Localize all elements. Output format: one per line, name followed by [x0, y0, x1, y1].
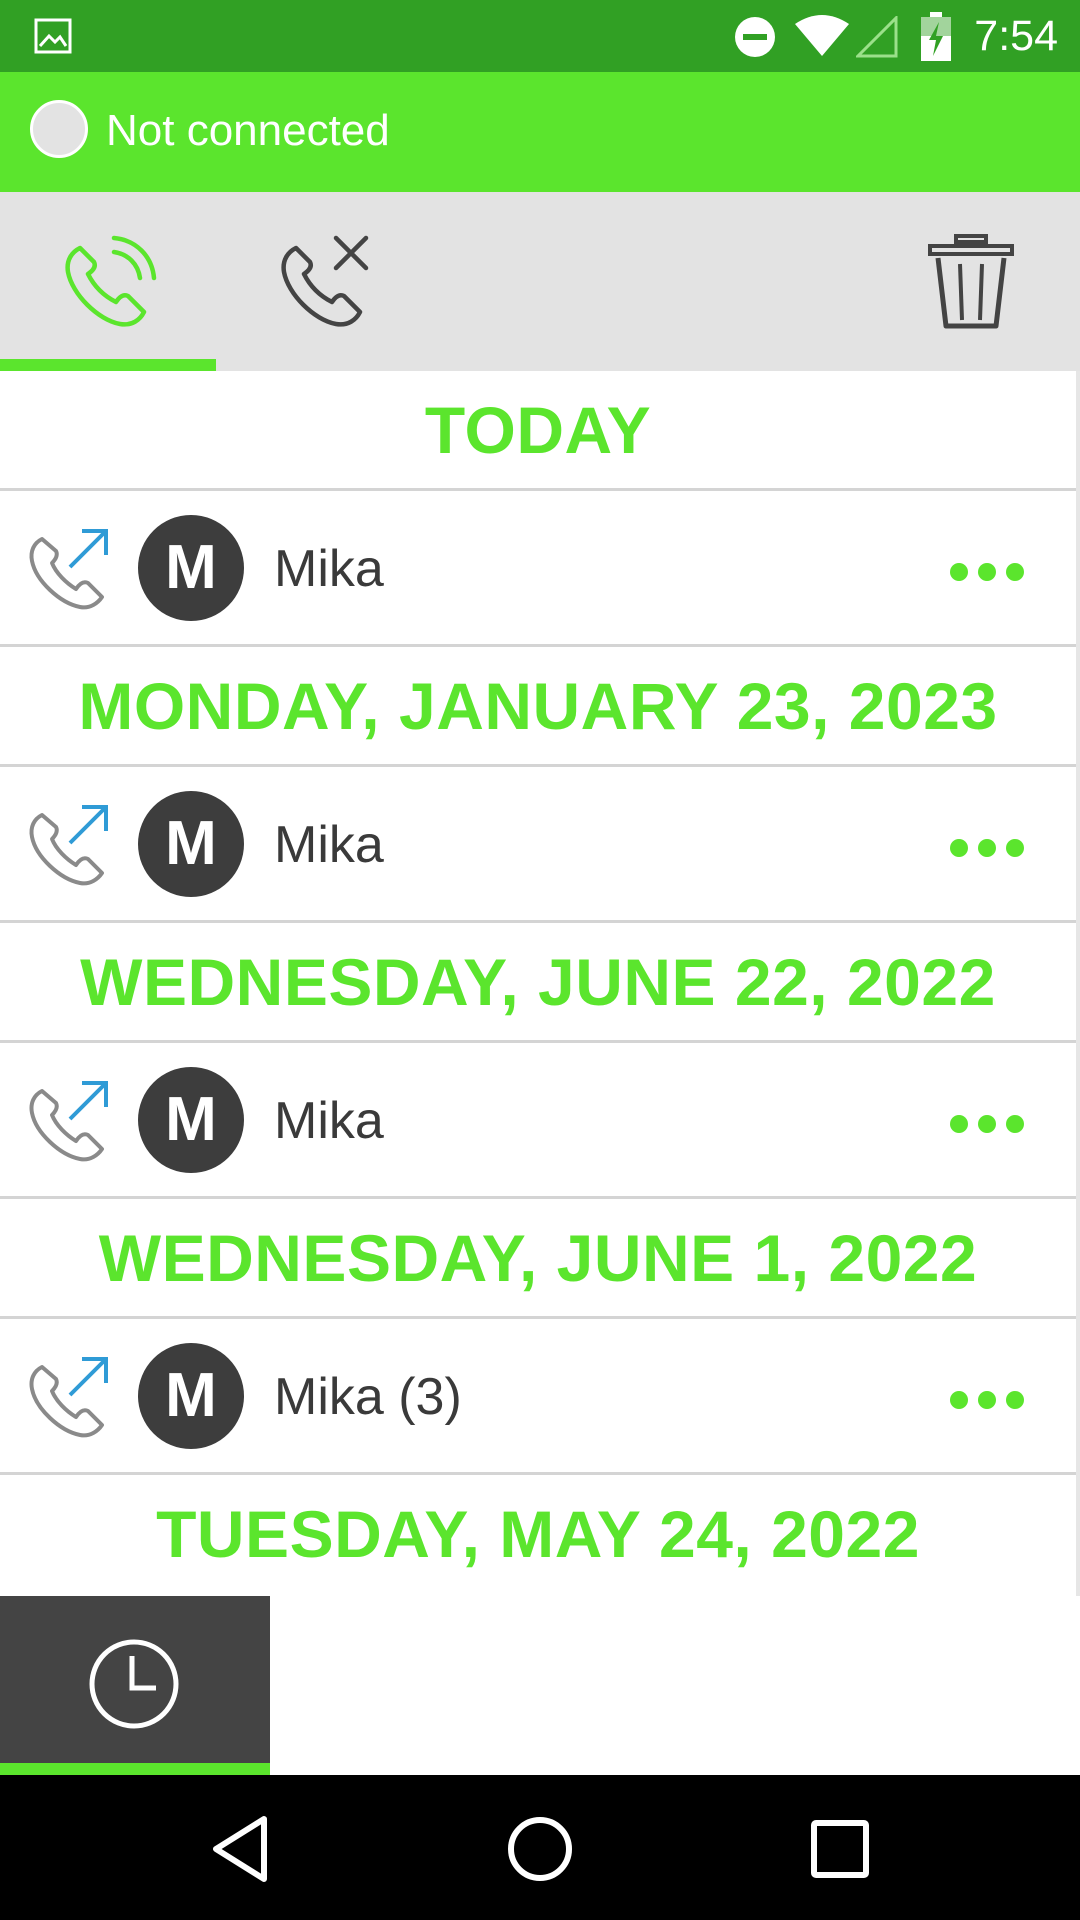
more-options-button[interactable] — [940, 551, 1030, 591]
avatar: M — [138, 1067, 244, 1173]
image-notification-icon — [34, 18, 72, 54]
outgoing-call-icon — [29, 805, 108, 886]
clock-icon — [89, 1639, 179, 1729]
recents-icon[interactable] — [802, 1811, 878, 1887]
connection-status-text: Not connected — [106, 106, 390, 155]
date-header: MONDAY, JANUARY 23, 2023 — [0, 647, 1076, 767]
call-row[interactable]: M Mika — [0, 767, 1076, 923]
wifi-icon — [795, 15, 849, 56]
back-icon[interactable] — [202, 1811, 278, 1887]
call-row[interactable]: M Mika — [0, 1043, 1076, 1199]
missed-calls-icon — [281, 235, 369, 327]
more-options-button[interactable] — [940, 1379, 1030, 1419]
outgoing-call-icon — [29, 1081, 108, 1162]
call-history-icon — [65, 235, 157, 327]
contact-name: Mika — [274, 1092, 384, 1150]
outgoing-call-icon — [29, 529, 108, 610]
bottom-bar-blank — [270, 1596, 1080, 1775]
cell-signal-icon — [856, 16, 898, 58]
date-header: TUESDAY, MAY 24, 2022 — [156, 1497, 920, 1571]
outgoing-call-icon — [29, 1357, 108, 1438]
more-options-button[interactable] — [940, 1103, 1030, 1143]
tab-recents[interactable] — [0, 1596, 270, 1775]
more-options-button[interactable] — [940, 827, 1030, 867]
call-log-toolbar — [0, 192, 1080, 371]
avatar: M — [138, 1343, 244, 1449]
delete-history-button[interactable] — [926, 232, 1016, 332]
avatar: M — [138, 791, 244, 897]
status-clock: 7:54 — [974, 12, 1058, 60]
date-header: WEDNESDAY, JUNE 1, 2022 — [0, 1199, 1076, 1319]
date-header: TODAY — [0, 371, 1076, 491]
battery-charging-icon — [921, 12, 951, 61]
connection-status-bar[interactable]: Not connected — [0, 72, 1080, 192]
call-row[interactable]: M Mika (3) — [0, 1319, 1076, 1475]
do-not-disturb-icon — [735, 17, 775, 57]
active-tab-indicator — [0, 359, 216, 371]
call-history-list[interactable]: TODAY M Mika MONDAY, JANUARY 23, 2023 M … — [0, 371, 1080, 1596]
tab-all-calls[interactable] — [0, 192, 216, 371]
contact-name: Mika — [274, 816, 384, 874]
call-row[interactable]: M Mika — [0, 491, 1076, 647]
system-nav-bar — [0, 1775, 1080, 1920]
contact-name: Mika — [274, 540, 384, 598]
contact-name: Mika (3) — [274, 1368, 462, 1426]
connection-indicator-icon — [30, 100, 88, 158]
avatar: M — [138, 515, 244, 621]
status-bar: 7:54 — [0, 0, 1080, 72]
tab-missed-calls[interactable] — [216, 192, 432, 371]
home-icon[interactable] — [502, 1811, 578, 1887]
active-tab-indicator — [0, 1763, 270, 1775]
date-header: WEDNESDAY, JUNE 22, 2022 — [0, 923, 1076, 1043]
